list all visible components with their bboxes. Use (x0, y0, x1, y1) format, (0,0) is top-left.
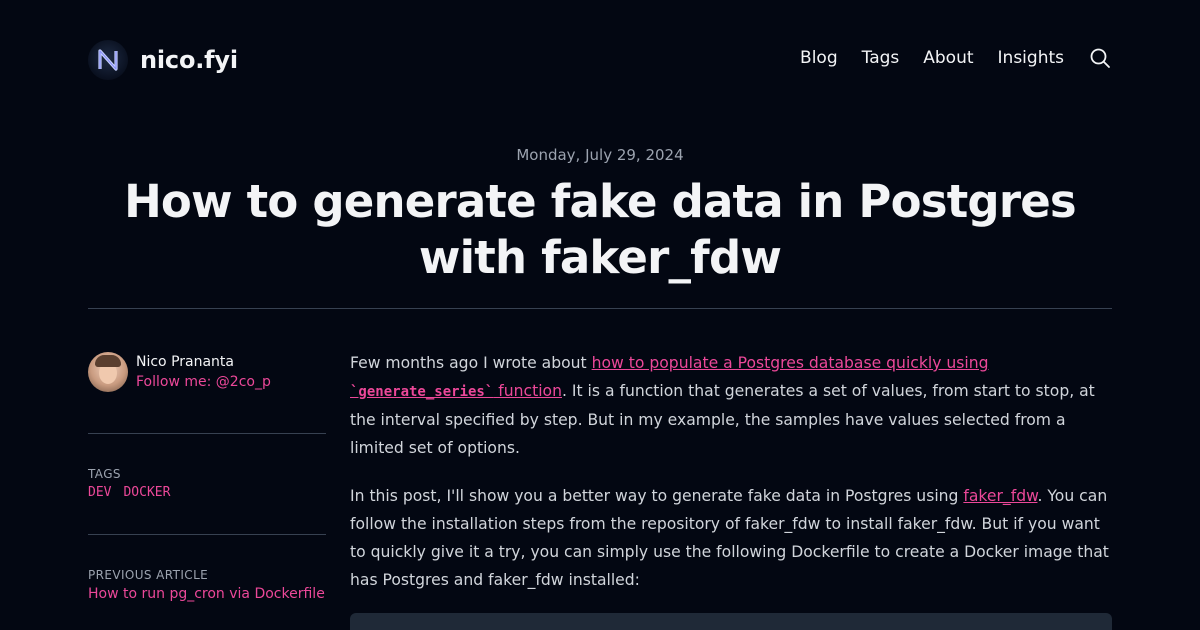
nav-blog[interactable]: Blog (800, 48, 838, 68)
paragraph-1: Few months ago I wrote about how to popu… (350, 354, 1095, 457)
sidebar-divider (88, 534, 326, 535)
code-block[interactable] (350, 613, 1112, 630)
title-divider (88, 308, 1112, 309)
nav-about[interactable]: About (923, 48, 973, 68)
tag-dev[interactable]: DEV (88, 485, 111, 500)
previous-article-label: PREVIOUS ARTICLE (88, 568, 209, 582)
tag-docker[interactable]: DOCKER (123, 485, 170, 500)
author-name: Nico Prananta (136, 354, 234, 370)
tags-label: TAGS (88, 467, 121, 481)
author-follow-link[interactable]: Follow me: @2co_p (136, 372, 271, 392)
post-date: Monday, July 29, 2024 (516, 146, 684, 164)
author-card: Nico Prananta Follow me: @2co_p (88, 352, 326, 392)
article-body: Few months ago I wrote about how to popu… (350, 349, 1112, 614)
faker-fdw-link[interactable]: faker_fdw (963, 487, 1037, 505)
paragraph-2: In this post, I'll show you a better way… (350, 487, 1109, 589)
previous-article-link[interactable]: How to run pg_cron via Dockerfile (88, 586, 325, 602)
search-icon[interactable] (1088, 46, 1112, 70)
main-nav: Blog Tags About Insights (800, 46, 1112, 70)
sidebar-divider (88, 433, 326, 434)
page-title: How to generate fake data in Postgres wi… (124, 175, 1077, 284)
site-name: nico.fyi (140, 46, 238, 74)
tags-list: DEV DOCKER (88, 485, 182, 500)
avatar (88, 352, 128, 392)
site-logo-link[interactable]: nico.fyi (88, 40, 238, 80)
nav-tags[interactable]: Tags (862, 48, 900, 68)
nav-insights[interactable]: Insights (998, 48, 1064, 68)
logo-icon (88, 40, 128, 80)
post-sidebar: Nico Prananta Follow me: @2co_p TAGS DEV… (88, 352, 326, 602)
